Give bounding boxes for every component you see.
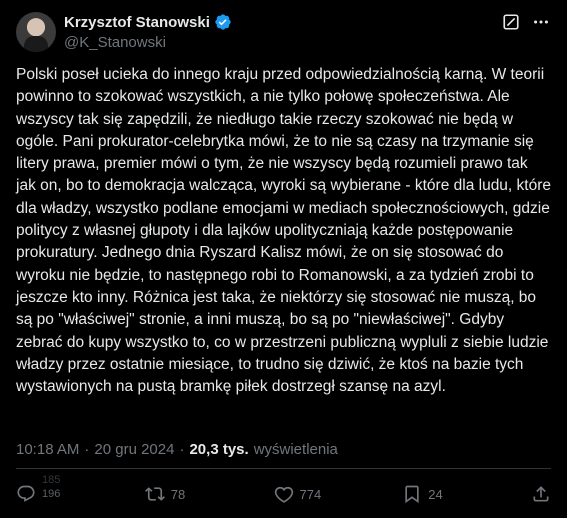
post-date[interactable]: 20 gru 2024	[94, 441, 174, 458]
more-options-icon[interactable]	[531, 12, 551, 32]
meta-separator: ·	[179, 441, 185, 458]
verified-badge-icon	[215, 14, 231, 30]
top-icons	[501, 12, 551, 32]
bookmark-button[interactable]: 24	[402, 484, 462, 504]
like-count: 774	[299, 486, 322, 502]
reply-counts: 185 196	[42, 474, 61, 501]
author-handle[interactable]: @K_Stanowski	[64, 34, 166, 51]
bookmark-icon	[405, 485, 419, 504]
meta-separator: ·	[84, 441, 90, 458]
author-name[interactable]: Krzysztof Stanowski	[64, 14, 210, 31]
share-button[interactable]	[531, 484, 551, 504]
post-time[interactable]: 10:18 AM	[16, 441, 79, 458]
action-bar: 185 196 78 774 24	[16, 474, 551, 510]
divider	[16, 468, 551, 469]
repost-button[interactable]: 78	[144, 484, 205, 504]
like-button[interactable]: 774	[274, 484, 334, 504]
share-icon	[533, 486, 549, 502]
reply-icon	[17, 485, 35, 502]
repost-count: 78	[170, 486, 186, 502]
heart-icon	[274, 486, 293, 503]
author-row: Krzysztof Stanowski	[64, 13, 232, 31]
reply-count: 196	[42, 488, 61, 500]
reply-count-previous: 185	[42, 474, 61, 486]
post-meta: 10:18 AM · 20 gru 2024 · 20,3 tys. wyświ…	[16, 441, 338, 458]
repost-icon	[144, 487, 165, 501]
post-text: Polski poseł ucieka do innego kraju prze…	[16, 66, 551, 396]
views-label: wyświetlenia	[253, 441, 338, 458]
views-count: 20,3 tys.	[189, 441, 249, 458]
avatar[interactable]	[16, 12, 56, 52]
grok-icon[interactable]	[501, 12, 521, 32]
reply-button[interactable]: 185 196	[16, 474, 76, 504]
bookmark-count: 24	[428, 486, 443, 502]
post-card: Krzysztof Stanowski @K_Stanowski Polski …	[0, 0, 567, 518]
